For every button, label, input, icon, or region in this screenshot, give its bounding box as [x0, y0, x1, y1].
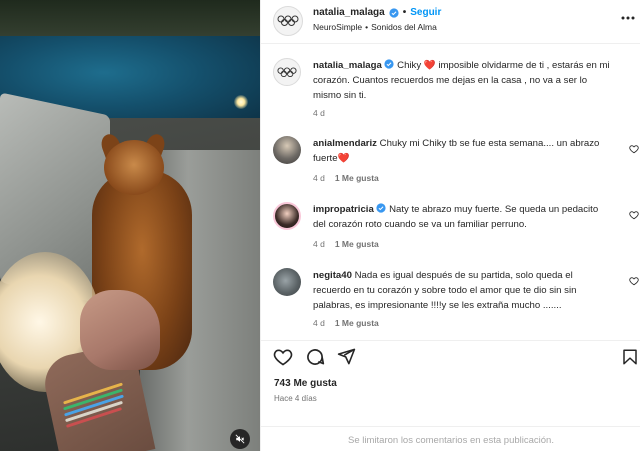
comment-body: Nada es igual después de su partida, sol… [313, 270, 577, 311]
mute-toggle-button[interactable] [230, 429, 250, 449]
comment-likes[interactable]: 1 Me gusta [335, 239, 379, 249]
caption-text: natalia_malaga Chiky ❤️ imposible olvida… [313, 58, 613, 103]
comment-text: anialmendariz Chuky mi Chiky tb se fue e… [313, 136, 613, 166]
like-comment-heart-icon[interactable] [629, 210, 639, 220]
verified-badge-icon [389, 7, 399, 18]
post-action-bar [261, 340, 640, 372]
verified-badge-icon [376, 203, 387, 213]
save-bookmark-icon[interactable] [621, 347, 639, 367]
comment-age: 4 d [313, 239, 325, 249]
commenter-avatar[interactable] [273, 202, 301, 230]
speaker-muted-icon [235, 434, 245, 444]
header-separator: • [402, 7, 407, 18]
caption-author-avatar[interactable] [273, 58, 301, 86]
caption-meta: 4 d [313, 108, 325, 118]
like-comment-heart-icon[interactable] [629, 144, 639, 154]
comment-username[interactable]: negita40 [313, 270, 352, 281]
dog-head [104, 140, 164, 195]
commenter-avatar[interactable] [273, 136, 301, 164]
audio-song: Sonidos del Alma [371, 22, 437, 32]
olympic-rings-icon [277, 67, 297, 77]
like-comment-heart-icon[interactable] [629, 276, 639, 286]
red-heart-emoji: ❤️ [337, 153, 350, 164]
comment-meta: 4 d 1 Me gusta [313, 239, 379, 249]
person-hand [80, 290, 160, 370]
comment-meta: 4 d 1 Me gusta [313, 318, 379, 328]
verified-badge-icon [384, 59, 395, 69]
like-heart-icon[interactable] [273, 347, 293, 367]
post-timestamp: Hace 4 días [274, 394, 317, 403]
post-header: natalia_malaga • Seguir NeuroSimple • So… [261, 0, 640, 44]
share-paper-plane-icon[interactable] [337, 347, 356, 366]
comment-text: negita40 Nada es igual después de su par… [313, 268, 613, 313]
comments-limited-notice: Se limitaron los comentarios en esta pub… [261, 426, 640, 451]
pool-light [234, 95, 248, 109]
audio-artist: NeuroSimple [313, 22, 363, 32]
caption-body-start: Chiky [397, 60, 424, 71]
comment-likes[interactable]: 1 Me gusta [335, 318, 379, 328]
caption-age: 4 d [313, 108, 325, 118]
comment-likes[interactable]: 1 Me gusta [335, 173, 379, 183]
comment-age: 4 d [313, 173, 325, 183]
comment-username[interactable]: impropatricia [313, 204, 374, 215]
post-detail-panel: natalia_malaga • Seguir NeuroSimple • So… [260, 0, 640, 451]
commenter-avatar[interactable] [273, 268, 301, 296]
likes-count[interactable]: 743 Me gusta [274, 378, 337, 389]
more-options-button[interactable] [621, 8, 635, 23]
red-heart-emoji: ❤️ [423, 60, 436, 71]
audio-attribution[interactable]: NeuroSimple • Sonidos del Alma [313, 22, 437, 32]
olympic-rings-icon [277, 15, 299, 26]
author-username[interactable]: natalia_malaga [313, 7, 385, 18]
author-line: natalia_malaga • Seguir [313, 7, 441, 18]
comment-bubble-icon[interactable] [305, 347, 325, 367]
follow-button[interactable]: Seguir [410, 7, 441, 18]
audio-separator: • [365, 22, 369, 32]
comment-meta: 4 d 1 Me gusta [313, 173, 379, 183]
comment-username[interactable]: anialmendariz [313, 138, 377, 149]
comment-age: 4 d [313, 318, 325, 328]
author-avatar[interactable] [273, 6, 303, 36]
post-media-video[interactable] [0, 0, 260, 451]
comment-text: impropatricia Naty te abrazo muy fuerte.… [313, 202, 613, 232]
caption-username[interactable]: natalia_malaga [313, 60, 382, 71]
more-dots-icon [621, 16, 635, 20]
